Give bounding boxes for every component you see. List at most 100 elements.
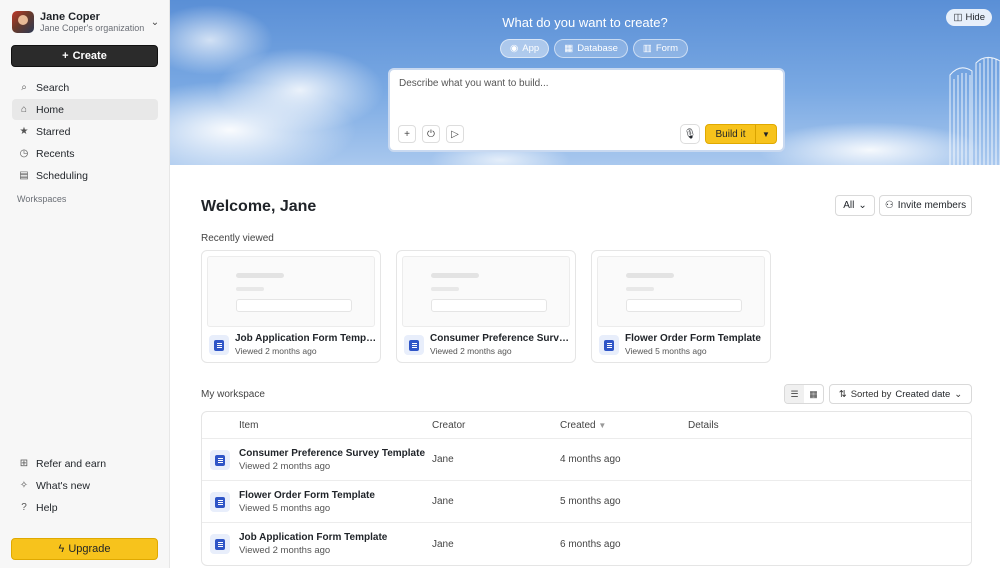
hide-label: Hide bbox=[965, 12, 985, 23]
sort-prefix: Sorted by bbox=[850, 388, 892, 400]
sidebar-item-recents[interactable]: ◷ Recents bbox=[12, 143, 158, 164]
row-creator: Jane bbox=[432, 538, 454, 550]
account-name: Jane Coper bbox=[40, 10, 100, 23]
form-icon: ▥ bbox=[642, 43, 652, 54]
prompt-box: + ⏻ ▷ 🎙 Build it ▼ bbox=[388, 68, 785, 152]
plus-icon: + bbox=[62, 50, 69, 62]
chevron-down-icon: ⌄ bbox=[858, 200, 867, 211]
create-label: Create bbox=[72, 50, 107, 62]
card-subtitle: Viewed 2 months ago bbox=[235, 346, 317, 356]
row-created: 4 months ago bbox=[560, 454, 621, 465]
column-created-label: Created bbox=[560, 419, 596, 431]
tab-label: Form bbox=[655, 43, 679, 54]
table-header: Item Creator Created ▼ Details bbox=[202, 412, 971, 439]
main-content: Welcome, Jane All ⌄ ⚇ Invite members Rec… bbox=[170, 165, 1000, 568]
sidebar-item-search[interactable]: ⌕ Search bbox=[12, 77, 158, 98]
hero-title: What do you want to create? bbox=[502, 15, 668, 30]
sort-value: Created date bbox=[895, 388, 951, 400]
home-icon: ⌂ bbox=[20, 104, 28, 115]
column-creator[interactable]: Creator bbox=[432, 420, 560, 431]
row-creator: Jane bbox=[432, 496, 454, 507]
my-workspace-label: My workspace bbox=[201, 389, 265, 400]
table-row[interactable]: Flower Order Form Template Viewed 5 mont… bbox=[202, 481, 971, 523]
grid-view-icon[interactable]: ▦ bbox=[804, 385, 823, 403]
recent-card[interactable]: Consumer Preference Survey ... Viewed 2 … bbox=[396, 250, 576, 363]
column-details[interactable]: Details bbox=[688, 420, 971, 431]
row-created: 6 months ago bbox=[560, 538, 621, 550]
sidebar-nav: ⌕ Search ⌂ Home ★ Starred ◷ Recents ▤ Sc… bbox=[12, 77, 158, 187]
filter-dropdown[interactable]: All ⌄ bbox=[835, 195, 875, 216]
template-icon[interactable]: ▷ bbox=[446, 125, 464, 143]
sort-dropdown[interactable]: ⇅ Sorted by Created date ⌄ bbox=[829, 384, 972, 404]
recent-card[interactable]: Flower Order Form Template Viewed 5 mont… bbox=[591, 250, 771, 363]
table-row[interactable]: Job Application Form Template Viewed 2 m… bbox=[202, 523, 971, 565]
chevron-down-icon[interactable]: ⌄ bbox=[148, 17, 162, 28]
account-org: Jane Coper's organization bbox=[40, 23, 145, 34]
sidebar-item-label: Home bbox=[36, 103, 65, 116]
hide-button[interactable]: ◫ Hide bbox=[946, 9, 992, 26]
column-item[interactable]: Item bbox=[202, 420, 432, 431]
plus-icon[interactable]: + bbox=[398, 125, 416, 143]
tab-database[interactable]: ▦ Database bbox=[554, 39, 628, 58]
tab-form[interactable]: ▥ Form bbox=[632, 39, 689, 58]
list-view-icon[interactable]: ☰ bbox=[785, 385, 804, 403]
table-row[interactable]: Consumer Preference Survey Template View… bbox=[202, 439, 971, 481]
calendar-icon: ▤ bbox=[19, 170, 29, 181]
sidebar-item-label: Scheduling bbox=[36, 169, 88, 182]
sidebar-item-starred[interactable]: ★ Starred bbox=[12, 121, 158, 142]
sidebar-item-label: What's new bbox=[36, 479, 90, 492]
create-button[interactable]: + Create bbox=[11, 45, 158, 67]
row-title: Consumer Preference Survey Template bbox=[239, 447, 426, 459]
chevron-down-icon[interactable]: ▼ bbox=[756, 125, 776, 143]
form-icon bbox=[404, 335, 424, 355]
build-label[interactable]: Build it bbox=[706, 125, 756, 143]
account-switcher[interactable]: Jane Coper Jane Coper's organization ⌄ bbox=[12, 9, 162, 35]
table-icon: ▦ bbox=[564, 43, 574, 54]
row-creator: Jane bbox=[432, 454, 454, 465]
microphone-icon[interactable]: 🎙 bbox=[680, 124, 700, 144]
integration-icon[interactable]: ⏻ bbox=[422, 125, 440, 143]
row-subtitle: Viewed 2 months ago bbox=[239, 460, 331, 472]
upgrade-label: Upgrade bbox=[68, 543, 111, 555]
filter-label: All bbox=[843, 200, 855, 211]
sidebar-item-label: Starred bbox=[36, 125, 71, 138]
sidebar-item-help[interactable]: ? Help bbox=[12, 497, 158, 518]
sidebar-item-home[interactable]: ⌂ Home bbox=[12, 99, 158, 120]
form-icon bbox=[209, 335, 229, 355]
clock-icon: ◷ bbox=[19, 148, 29, 159]
row-subtitle: Viewed 2 months ago bbox=[239, 545, 331, 556]
card-preview bbox=[207, 256, 375, 327]
sidebar-item-whats-new[interactable]: ✧ What's new bbox=[12, 475, 158, 496]
star-icon: ★ bbox=[19, 126, 29, 137]
app-icon: ◉ bbox=[510, 43, 519, 54]
sidebar-item-scheduling[interactable]: ▤ Scheduling bbox=[12, 165, 158, 186]
recent-card[interactable]: Job Application Form Template Viewed 2 m… bbox=[201, 250, 381, 363]
sidebar-item-label: Search bbox=[36, 81, 70, 94]
recently-viewed-label: Recently viewed bbox=[201, 233, 274, 244]
card-preview bbox=[597, 256, 765, 327]
sidebar-item-refer[interactable]: ⊞ Refer and earn bbox=[12, 453, 158, 474]
sidebar: Jane Coper Jane Coper's organization ⌄ +… bbox=[0, 0, 170, 568]
card-preview bbox=[402, 256, 570, 327]
search-icon: ⌕ bbox=[21, 82, 27, 93]
sidebar-item-label: Help bbox=[36, 501, 58, 514]
column-created[interactable]: Created ▼ bbox=[560, 420, 688, 431]
building-illustration bbox=[949, 57, 1000, 165]
build-button[interactable]: Build it ▼ bbox=[705, 124, 777, 144]
invite-members-button[interactable]: ⚇ Invite members bbox=[879, 195, 972, 216]
view-toggle: ☰ ▦ bbox=[784, 384, 824, 404]
tab-app[interactable]: ◉ App bbox=[500, 39, 550, 58]
eye-off-icon: ◫ bbox=[953, 12, 963, 23]
gift-icon: ⊞ bbox=[19, 458, 29, 469]
help-icon: ? bbox=[21, 502, 27, 513]
lightning-icon: ϟ bbox=[58, 543, 65, 555]
avatar bbox=[12, 11, 34, 33]
card-subtitle: Viewed 2 months ago bbox=[430, 346, 512, 356]
sort-icon: ⇅ bbox=[838, 388, 847, 400]
sidebar-item-label: Recents bbox=[36, 147, 75, 160]
row-title: Job Application Form Template bbox=[239, 532, 388, 543]
upgrade-button[interactable]: ϟ Upgrade bbox=[11, 538, 158, 560]
prompt-input[interactable] bbox=[399, 78, 769, 89]
recent-cards: Job Application Form Template Viewed 2 m… bbox=[201, 250, 771, 363]
add-user-icon: ⚇ bbox=[884, 200, 894, 211]
